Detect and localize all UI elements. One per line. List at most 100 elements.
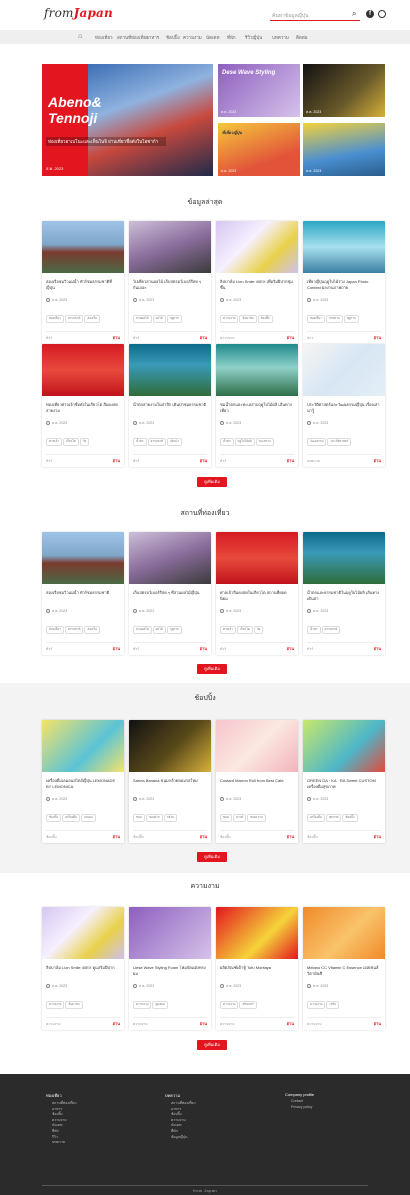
tag-chip[interactable]: วัด xyxy=(253,625,264,634)
card-title[interactable]: เครื่องดื่มเลมอนสไตล์ญี่ปุ่น LEMONADE BY… xyxy=(46,778,120,790)
card-thumbnail[interactable] xyxy=(129,532,211,584)
article-card[interactable]: Custard Marron Roll from Best Cafe ส.ค. 2… xyxy=(216,720,298,843)
facebook-icon[interactable]: f xyxy=(366,10,374,18)
card-read-more[interactable]: อ่าน xyxy=(374,1020,381,1027)
more-button-places[interactable]: ดูเพิ่มเติม xyxy=(197,664,227,674)
card-thumbnail[interactable] xyxy=(129,344,211,396)
hero-banner[interactable]: Abeno& Tennoji ท่องเที่ยวอาเบโนะและเท็นโ… xyxy=(42,64,213,176)
footer-link[interactable]: ข้อมูลญี่ปุ่น xyxy=(171,1135,196,1141)
site-logo[interactable]: fromJapan xyxy=(44,6,113,20)
tag-chip[interactable]: ของฝาก xyxy=(146,813,163,822)
tag-chip[interactable]: เกียวโต xyxy=(236,625,253,634)
tag-chip[interactable]: ฤดูกาล xyxy=(166,314,182,323)
tag-chip[interactable]: ดูแลผม xyxy=(152,1000,168,1009)
card-category[interactable]: ความงาม xyxy=(133,1021,148,1027)
card-category[interactable]: ทัวร์ xyxy=(46,458,52,464)
footer-heading[interactable]: บทความ xyxy=(165,1092,196,1099)
article-card[interactable]: ไปเที่ยวสวนผลไม้ เก็บสตรอว์เบอร์รีสด ๆ ก… xyxy=(129,221,211,344)
tag-chip[interactable]: น้ำตก xyxy=(220,437,234,446)
banner-tile-1[interactable]: Dese Wave Styling ส.ค. 2023 xyxy=(218,64,300,117)
card-title[interactable]: Melano CC Vitamin C Essence เอสเซนส์วิตา… xyxy=(307,965,381,977)
tag-chip[interactable]: เครื่องดื่ม xyxy=(62,813,80,822)
banner-tile-4[interactable]: ส.ค. 2023 xyxy=(303,123,385,176)
card-thumbnail[interactable] xyxy=(216,720,298,772)
footer-link[interactable]: Privacy policy xyxy=(291,1105,314,1111)
card-category[interactable]: ทัวร์ xyxy=(46,335,52,341)
card-read-more[interactable]: อ่าน xyxy=(374,645,381,652)
card-title[interactable]: ชมน้ำตกและทะเลสาบฤดูใบไม้ผลิ เส้นทางเที่… xyxy=(220,402,294,414)
tag-chip[interactable]: เกียวโต xyxy=(62,437,79,446)
footer-heading[interactable]: Company profile xyxy=(285,1092,314,1097)
tag-chip[interactable]: เดินป่า xyxy=(167,437,182,446)
card-thumbnail[interactable] xyxy=(303,532,385,584)
tag-chip[interactable]: ขนม xyxy=(133,813,146,822)
more-button-beauty[interactable]: ดูเพิ่มเติม xyxy=(197,1040,227,1050)
card-thumbnail[interactable] xyxy=(303,221,385,273)
nav-item-beauty[interactable]: ความงาม xyxy=(183,34,202,41)
card-read-more[interactable]: อ่าน xyxy=(113,645,120,652)
card-thumbnail[interactable] xyxy=(42,907,124,959)
footer-link[interactable]: สถานที่ท่องเที่ยว xyxy=(52,1101,77,1107)
card-category[interactable]: ทัวร์ xyxy=(220,458,226,464)
article-card[interactable]: น้ำตกสวยงามในป่าลึก เดินป่าชมธรรมชาติ ส.ค… xyxy=(129,344,211,467)
nav-item-date[interactable]: นัดเดท xyxy=(206,34,219,41)
tag-chip[interactable]: ช้อปปิ้ง xyxy=(257,314,273,323)
card-read-more[interactable]: อ่าน xyxy=(287,833,294,840)
tag-chip[interactable]: ความงาม xyxy=(307,1000,326,1009)
tag-chip[interactable]: ลิปบาล์ม xyxy=(65,1000,83,1009)
tag-chip[interactable]: ประวัติศาสตร์ xyxy=(327,437,352,446)
nav-item-review[interactable]: รีวิวญี่ปุ่น xyxy=(245,34,262,41)
footer-link[interactable]: บทความ xyxy=(52,1140,77,1146)
card-thumbnail[interactable] xyxy=(303,720,385,772)
card-read-more[interactable]: อ่าน xyxy=(200,645,207,652)
card-thumbnail[interactable] xyxy=(42,344,124,396)
article-card[interactable]: ท่องเที่ยวศาลเจ้าชื่อดังในเกียวโต สีแดงส… xyxy=(42,344,124,467)
tag-chip[interactable]: ฤดูกาล xyxy=(343,314,359,323)
card-title[interactable]: Custard Marron Roll from Best Cafe xyxy=(220,778,294,784)
tag-chip[interactable]: น้ำตก xyxy=(307,625,321,634)
card-title[interactable]: ศาลเจ้าสีแดงสดในเกียวโต สถานที่ยอดนิยม xyxy=(220,590,294,602)
tag-chip[interactable]: ศาลเจ้า xyxy=(46,437,62,446)
card-read-more[interactable]: อ่าน xyxy=(113,334,120,341)
tag-chip[interactable]: ธรรมชาติ xyxy=(64,625,84,634)
card-read-more[interactable]: อ่าน xyxy=(374,833,381,840)
tag-chip[interactable]: ทะเลสาบ xyxy=(255,437,274,446)
tag-chip[interactable]: ผลไม้ xyxy=(152,314,166,323)
card-thumbnail[interactable] xyxy=(216,221,298,273)
card-read-more[interactable]: อ่าน xyxy=(374,334,381,341)
tag-chip[interactable]: สุขภาพ xyxy=(325,813,342,822)
tag-chip[interactable]: ผลไม้ xyxy=(152,625,166,634)
card-thumbnail[interactable] xyxy=(216,344,298,396)
card-category[interactable]: ความงาม xyxy=(307,1021,322,1027)
tag-chip[interactable]: ความงาม xyxy=(133,1000,152,1009)
card-thumbnail[interactable] xyxy=(216,532,298,584)
card-thumbnail[interactable] xyxy=(303,344,385,396)
article-card[interactable]: Liese Wave Styling Foam โฟมจัดแต่งทรงผมส… xyxy=(129,907,211,1030)
home-icon[interactable]: ⌂ xyxy=(78,33,82,40)
tag-chip[interactable]: สวนผลไม้ xyxy=(133,625,152,634)
tag-chip[interactable]: ฤดูใบไม้ผลิ xyxy=(234,437,255,446)
card-category[interactable]: ทัวร์ xyxy=(46,646,52,652)
card-title[interactable]: Liese Wave Styling Foam โฟมจัดแต่งทรงผม xyxy=(133,965,207,977)
card-read-more[interactable]: อ่าน xyxy=(200,457,207,464)
tag-chip[interactable]: ช้อปปิ้ง xyxy=(46,813,62,822)
card-thumbnail[interactable] xyxy=(303,907,385,959)
article-card[interactable]: Sanna Banana ขนมกล้วยหอมรสใหม่ ส.ค. 2023 ข… xyxy=(129,720,211,843)
tag-chip[interactable]: ธรรมชาติ xyxy=(64,314,84,323)
tag-chip[interactable]: ท่องเที่ยว xyxy=(46,625,64,634)
nav-item-travel[interactable]: ท่องเที่ยว xyxy=(95,34,113,41)
card-read-more[interactable]: อ่าน xyxy=(287,645,294,652)
nav-item-places[interactable]: สถานที่ท่องเที่ยว xyxy=(117,34,149,41)
tag-chip[interactable]: วัฒนธรรม xyxy=(307,437,327,446)
card-title[interactable]: ไปเที่ยวสวนผลไม้ เก็บสตรอว์เบอร์รีสด ๆ ก… xyxy=(133,279,207,291)
card-title[interactable]: เก็บสตรอว์เบอร์รีสด ๆ ที่สวนผลไม้ญี่ปุ่น xyxy=(133,590,207,596)
article-card[interactable]: ลิปบาล์ม Lion Smile 40EX เพื่อริมฝีปากชุ… xyxy=(216,221,298,344)
card-read-more[interactable]: อ่าน xyxy=(287,334,294,341)
card-category[interactable]: ช้อปปิ้ง xyxy=(220,834,231,840)
card-category[interactable]: ทัวร์ xyxy=(220,646,226,652)
tag-chip[interactable]: สวนผลไม้ xyxy=(133,314,152,323)
card-category[interactable]: ช้อปปิ้ง xyxy=(46,834,57,840)
nav-item-food[interactable]: อาหาร xyxy=(146,34,159,41)
card-thumbnail[interactable] xyxy=(129,720,211,772)
card-category[interactable]: ช้อปปิ้ง xyxy=(307,834,318,840)
